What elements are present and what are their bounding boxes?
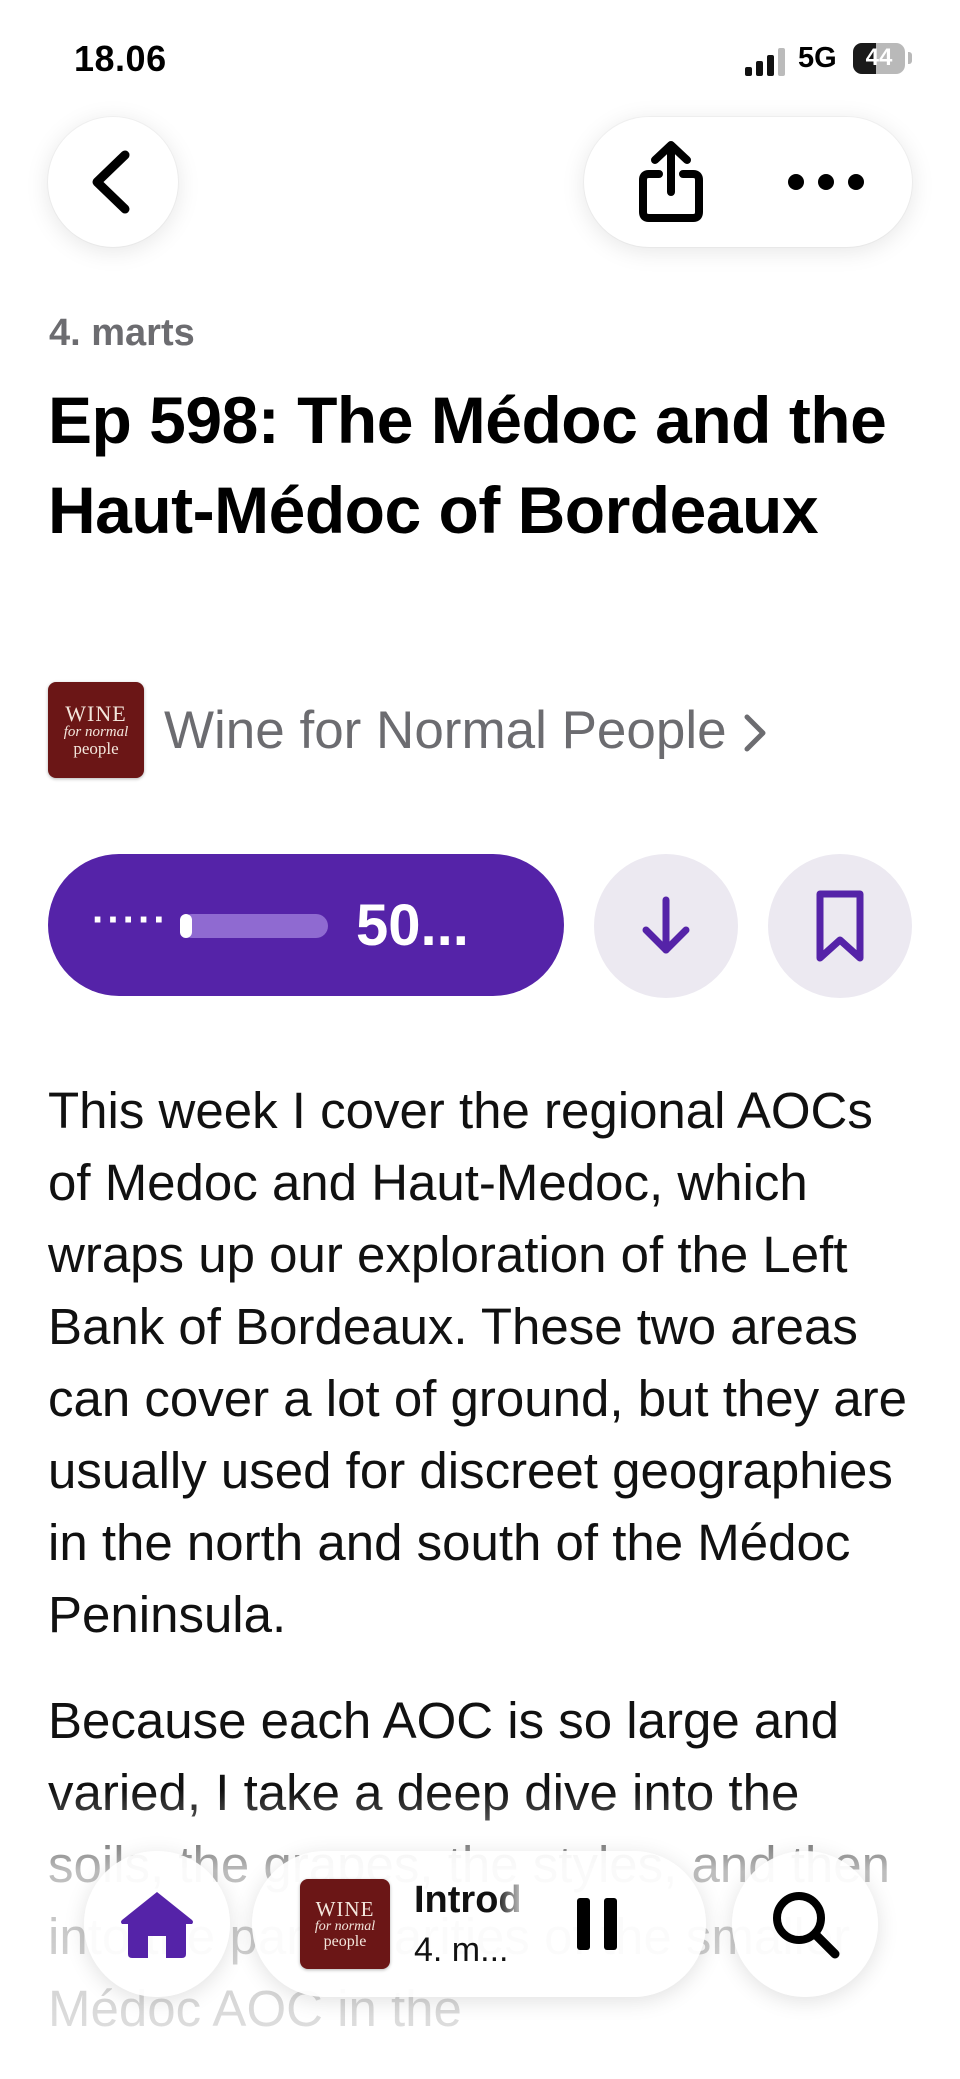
download-button[interactable] (594, 854, 738, 998)
episode-actions-pill (584, 117, 912, 247)
mini-player-title: Introd (414, 1879, 522, 1921)
status-time: 18.06 (74, 38, 167, 79)
search-icon (773, 1892, 840, 1959)
network-label: 5G (798, 42, 837, 74)
progress-bar (180, 914, 328, 938)
show-name: Wine for Normal People (164, 700, 727, 760)
ellipsis-icon (788, 174, 864, 190)
mini-player[interactable]: WINE for normal people Introd 4. m... (252, 1851, 706, 1997)
pause-button[interactable] (562, 1889, 632, 1959)
show-link[interactable]: WINE for normal people Wine for Normal P… (48, 682, 769, 778)
mini-player-artwork: WINE for normal people (300, 1879, 390, 1969)
arrow-down-icon (642, 896, 690, 954)
more-button[interactable] (776, 135, 876, 229)
waveform-dots: ····· (92, 898, 169, 942)
chevron-right-icon (744, 714, 766, 752)
search-tab-button[interactable] (732, 1851, 878, 1997)
time-remaining: 50... (356, 893, 469, 958)
back-button[interactable] (48, 117, 178, 247)
share-icon (639, 141, 703, 222)
share-button[interactable] (624, 135, 718, 229)
progress-fill (180, 914, 192, 938)
show-artwork: WINE for normal people (48, 682, 144, 778)
battery-icon: 44 (853, 43, 905, 74)
home-icon (121, 1892, 193, 1958)
home-tab-button[interactable] (84, 1851, 230, 1997)
pause-icon (577, 1898, 617, 1950)
mini-player-subtitle: 4. m... (414, 1931, 509, 1969)
play-progress-button[interactable]: ····· 50... (48, 854, 564, 996)
battery-percent: 44 (865, 44, 893, 71)
signal-icon (745, 48, 787, 76)
status-bar: 18.06 5G 44 (0, 0, 960, 110)
bookmark-button[interactable] (768, 854, 912, 998)
episode-date: 4. marts (49, 312, 195, 354)
battery-nub (908, 52, 912, 64)
description-paragraph: This week I cover the regional AOCs of M… (48, 1082, 908, 1643)
episode-title: Ep 598: The Médoc and the Haut-Médoc of … (48, 383, 887, 547)
bookmark-icon (816, 890, 864, 962)
chevron-left-icon (92, 150, 130, 214)
